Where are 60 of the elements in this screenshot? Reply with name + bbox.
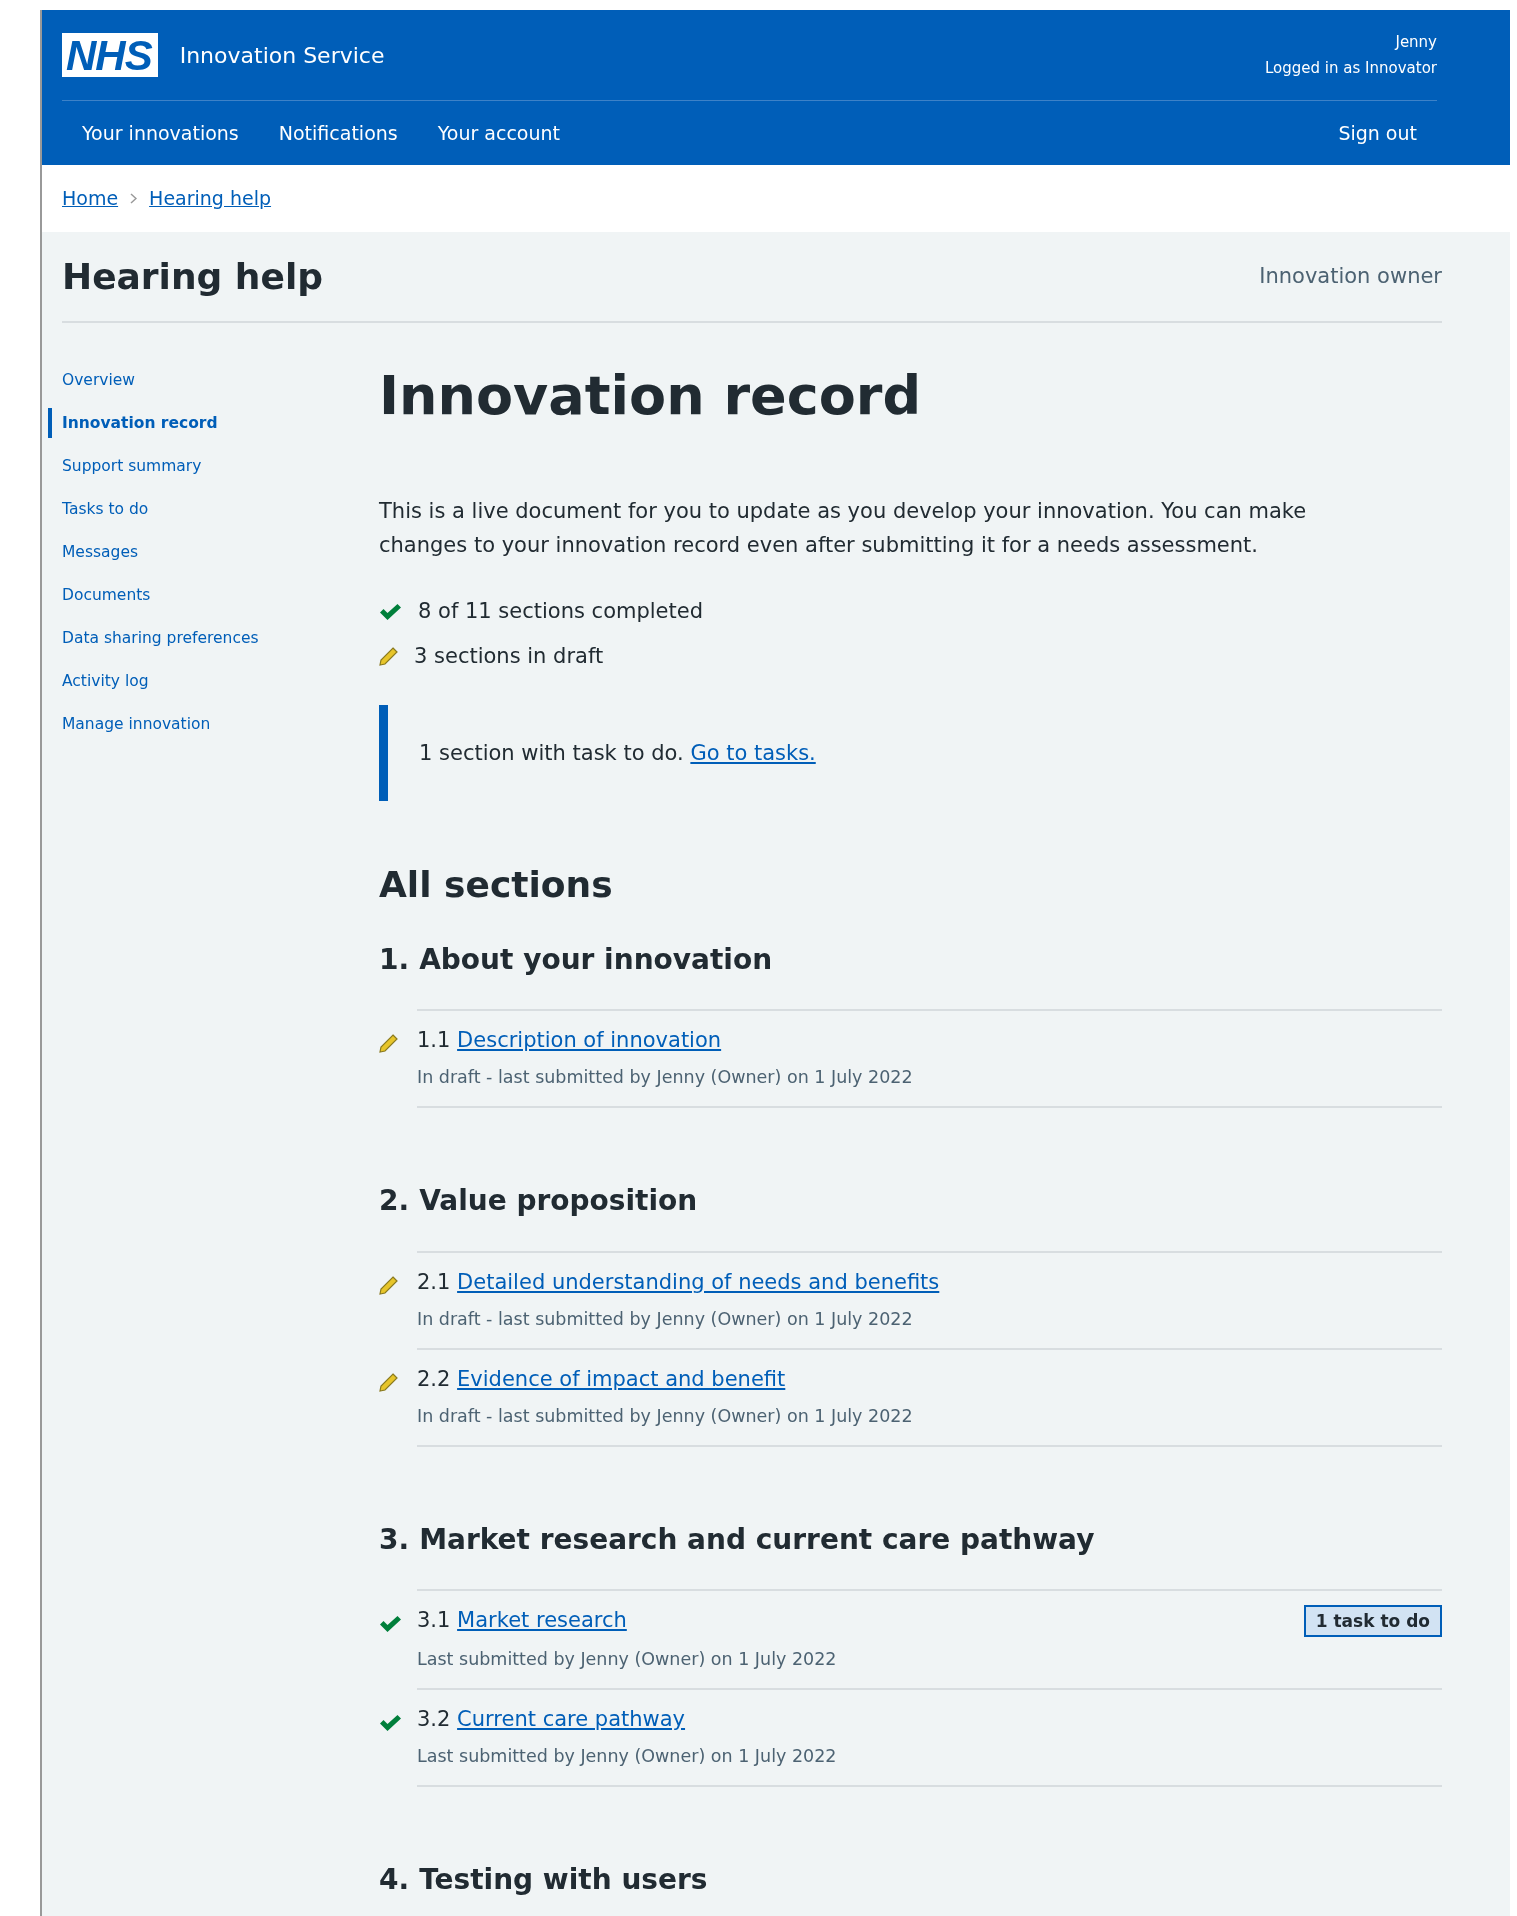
section-number: 2. bbox=[379, 1184, 410, 1218]
section-title: Value proposition bbox=[419, 1184, 698, 1218]
item-number: 2.1 bbox=[417, 1269, 451, 1294]
section-number: 3. bbox=[379, 1522, 410, 1557]
pencil-icon bbox=[379, 647, 398, 667]
role-label: Innovation owner bbox=[1259, 262, 1442, 290]
sign-out-link[interactable]: Sign out bbox=[1318, 118, 1437, 148]
item-number: 3.2 bbox=[417, 1707, 451, 1732]
item-number: 3.1 bbox=[417, 1608, 451, 1633]
section-link[interactable]: Evidence of impact and benefit bbox=[457, 1366, 786, 1391]
section-number: 4. bbox=[379, 1863, 410, 1897]
check-icon bbox=[379, 1614, 402, 1633]
user-role: Logged in as Innovator bbox=[1265, 58, 1437, 79]
tasks-link[interactable]: Go to tasks. bbox=[690, 740, 816, 765]
item-number: 1.1 bbox=[417, 1028, 451, 1053]
nav-link[interactable]: Your account bbox=[417, 118, 580, 148]
summary-text: 3 sections in draft bbox=[414, 643, 604, 671]
check-icon bbox=[379, 602, 402, 621]
check-icon bbox=[379, 1713, 402, 1732]
sidebar-item[interactable]: Overview bbox=[48, 359, 379, 402]
sidebar-item[interactable]: Messages bbox=[48, 531, 379, 574]
pencil-icon bbox=[379, 1372, 398, 1392]
innovation-title: Hearing help bbox=[62, 254, 324, 299]
sidebar-item[interactable]: Data sharing preferences bbox=[48, 617, 379, 660]
sidebar-item[interactable]: Innovation record bbox=[48, 408, 379, 438]
page-title: Innovation record bbox=[379, 366, 923, 426]
sidebar-item[interactable]: Support summary bbox=[48, 445, 379, 488]
status-text: Last submitted by Jenny (Owner) on 1 July 2022 bbox=[417, 1745, 838, 1769]
nav-link[interactable]: Notifications bbox=[258, 118, 418, 148]
breadcrumb-link[interactable]: Home bbox=[62, 184, 119, 213]
section-number: 1. bbox=[379, 942, 410, 977]
service-name: Innovation Service bbox=[179, 41, 385, 70]
sidebar-item[interactable]: Documents bbox=[48, 574, 379, 617]
pencil-icon bbox=[379, 1034, 398, 1054]
sidebar-item[interactable]: Activity log bbox=[48, 660, 379, 703]
nhs-logo[interactable]: NHS bbox=[62, 33, 158, 77]
section-link[interactable]: Detailed understanding of needs and benefits bbox=[457, 1269, 940, 1294]
section-title: Testing with users bbox=[419, 1863, 708, 1897]
pencil-icon bbox=[379, 1275, 398, 1295]
section-link[interactable]: Current care pathway bbox=[457, 1707, 686, 1732]
section-link[interactable]: Description of innovation bbox=[457, 1028, 722, 1053]
user-name: Jenny bbox=[1393, 31, 1437, 53]
section-title: Market research and current care pathway bbox=[419, 1522, 1095, 1557]
section-link[interactable]: Market research bbox=[457, 1608, 627, 1633]
inset-text: 1 section with task to do. Go to tasks. bbox=[419, 739, 816, 767]
status-text: In draft - last submitted by Jenny (Owner) on 1 July 2022 bbox=[417, 1066, 914, 1090]
section-title: About your innovation bbox=[419, 942, 773, 977]
section-heading: All sections bbox=[379, 863, 614, 907]
chevron-icon bbox=[130, 193, 138, 204]
breadcrumb-link[interactable]: Hearing help bbox=[149, 184, 272, 213]
summary-text: 8 of 11 sections completed bbox=[418, 598, 704, 626]
status-text: Last submitted by Jenny (Owner) on 1 July 2022 bbox=[417, 1648, 838, 1672]
sidebar-item[interactable]: Manage innovation bbox=[48, 703, 379, 746]
status-text: In draft - last submitted by Jenny (Owner) on 1 July 2022 bbox=[417, 1307, 914, 1331]
intro-text: This is a live document for you to update as you develop your innovation. You can make changes to your innovation record even after submitting it for a needs assessment. bbox=[379, 498, 1308, 560]
item-number: 2.2 bbox=[417, 1366, 451, 1391]
status-text: In draft - last submitted by Jenny (Owner) on 1 July 2022 bbox=[417, 1404, 914, 1428]
nav-link[interactable]: Your innovations bbox=[62, 118, 259, 148]
task-tag: 1 task to do bbox=[1303, 1605, 1442, 1638]
sidebar-item[interactable]: Tasks to do bbox=[48, 488, 379, 531]
